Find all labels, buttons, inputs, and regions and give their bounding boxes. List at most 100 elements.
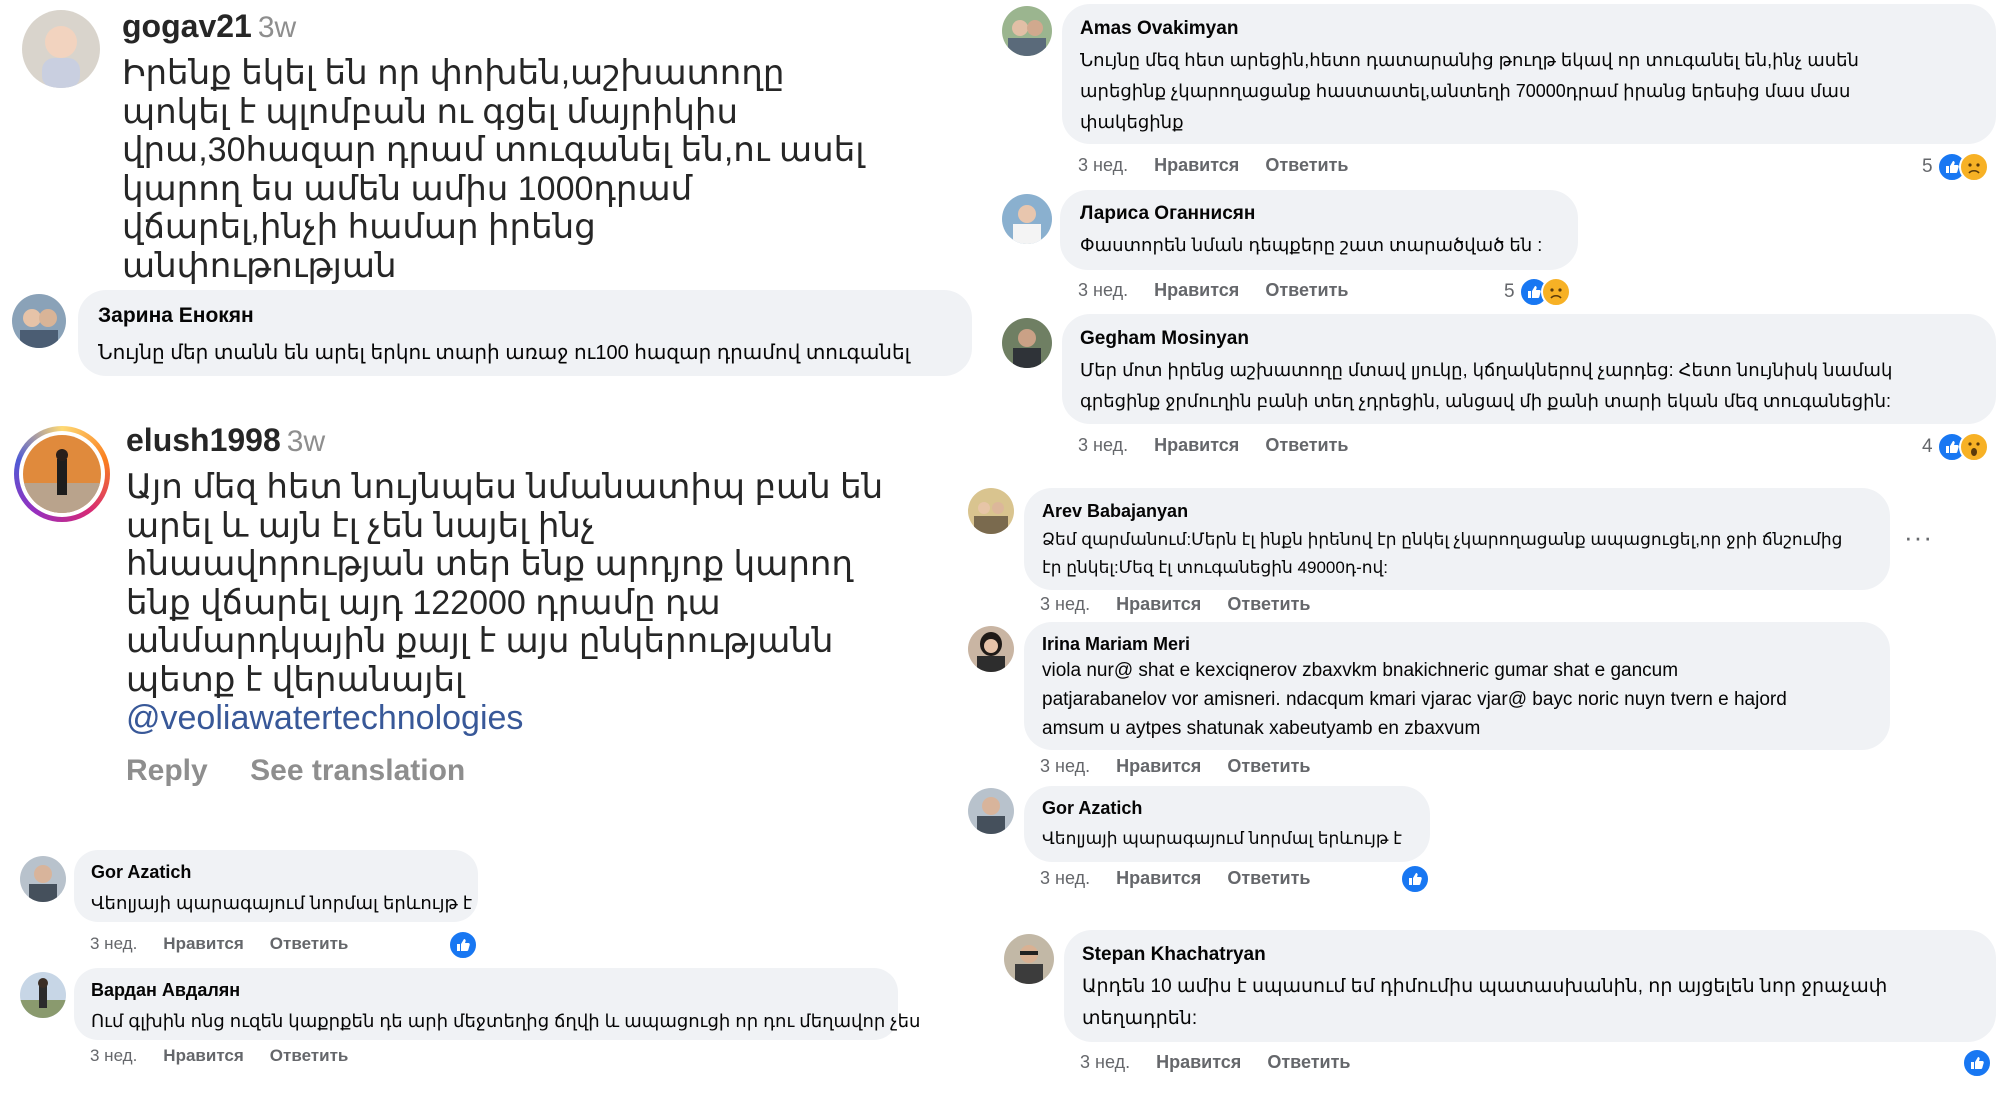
comment-meta: 3 нед. Нравится Ответить xyxy=(1040,594,1337,615)
comment-meta: 3 нед. Нравится Ответить xyxy=(1040,868,1337,889)
timestamp: 3 нед. xyxy=(1040,756,1091,776)
like-button[interactable]: Нравится xyxy=(163,1046,244,1065)
comment-text: Արդեն 10 ամիս է սպասում եմ դիմումիս պատա… xyxy=(1082,976,1888,1029)
comment-text: viola nur@ shat e kexciqnerov zbaxvkm bn… xyxy=(1042,660,1787,739)
reaction-count: 4 xyxy=(1922,436,1933,457)
avatar[interactable] xyxy=(20,972,66,1018)
avatar[interactable] xyxy=(968,488,1014,534)
reply-button[interactable]: Ответить xyxy=(270,1046,349,1065)
reply-button[interactable]: Ответить xyxy=(1267,1052,1350,1072)
commenter-name[interactable]: Gor Azatich xyxy=(1042,798,1412,819)
commenter-name[interactable]: Зарина Енокян xyxy=(98,304,952,328)
comment-meta: 3 нед. Нравится Ответить xyxy=(1080,1052,1377,1073)
avatar[interactable] xyxy=(20,856,66,902)
commenter-name[interactable]: Лариса Оганнисян xyxy=(1080,203,1558,225)
avatar[interactable] xyxy=(968,626,1014,672)
avatar[interactable] xyxy=(1002,6,1052,56)
commenter-name[interactable]: Irina Mariam Meri xyxy=(1042,634,1872,655)
comment-meta: 3 нед. Нравится Ответить xyxy=(90,1046,374,1066)
avatar[interactable] xyxy=(1002,318,1052,368)
comment-text: Այո մեզ հետ նույնպես նմանատիպ բան են արե… xyxy=(126,468,926,738)
reaction-summary[interactable] xyxy=(1400,864,1430,894)
timestamp: 3 нед. xyxy=(1040,868,1091,888)
reply-button[interactable]: Ответить xyxy=(1265,155,1348,175)
reply-button[interactable]: Ответить xyxy=(1227,868,1310,888)
comment-bubble: Gor Azatich Վեոլյայի պարագայում նորմալ ե… xyxy=(1024,786,1430,862)
comment-bubble: Stepan Khachatryan Արդեն 10 ամիս է սպասո… xyxy=(1064,930,1996,1042)
comment-text: Նույնը մեր տանն են արել երկու տարի առաջ … xyxy=(98,342,911,364)
wow-icon xyxy=(1958,432,1989,462)
like-button[interactable]: Нравится xyxy=(1116,756,1201,776)
timestamp: 3 нед. xyxy=(1078,280,1129,300)
comment-meta: 3 нед. Нравится Ответить xyxy=(90,934,374,954)
comment-bubble: Вардан Авдалян Ում գլխին ոնց ուզեն կաքրք… xyxy=(74,968,921,1040)
timestamp: 3 нед. xyxy=(90,1046,138,1065)
comment-meta: 3 нед. Нравится Ответить xyxy=(1078,280,1375,301)
reply-button[interactable]: Ответить xyxy=(1227,756,1310,776)
timestamp: 3 нед. xyxy=(1080,1052,1131,1072)
reply-button[interactable]: Ответить xyxy=(270,934,349,953)
comment-text: Վեոլյայի պարագայում նորմալ երևույթ է xyxy=(91,893,473,913)
reaction-count: 5 xyxy=(1922,156,1933,177)
commenter-name[interactable]: Stepan Khachatryan xyxy=(1082,944,1978,966)
sad-icon xyxy=(1540,277,1571,307)
username[interactable]: gogav21 xyxy=(122,8,252,44)
like-button[interactable]: Нравится xyxy=(1156,1052,1241,1072)
reply-button[interactable]: Ответить xyxy=(1227,594,1310,614)
like-button[interactable]: Нравится xyxy=(1154,155,1239,175)
avatar[interactable] xyxy=(968,788,1014,834)
commenter-name[interactable]: Gor Azatich xyxy=(91,862,461,883)
like-button[interactable]: Нравится xyxy=(1116,868,1201,888)
reaction-count: 5 xyxy=(1504,281,1515,302)
commenter-name[interactable]: Arev Babajanyan xyxy=(1042,501,1872,522)
username[interactable]: elush1998 xyxy=(126,422,281,458)
timestamp: 3 нед. xyxy=(1040,594,1091,614)
commenter-name[interactable]: Gegham Mosinyan xyxy=(1080,328,1978,350)
reply-button[interactable]: Ответить xyxy=(1265,435,1348,455)
comment-text: Վեոլյայի պարագայում նորմալ երևույթ է xyxy=(1042,829,1402,848)
like-icon xyxy=(1962,1048,1992,1078)
mention-link[interactable]: @veoliawatertechnologies xyxy=(126,699,926,738)
more-options-icon[interactable]: ··· xyxy=(1904,522,1933,553)
timestamp: 3 нед. xyxy=(1078,435,1129,455)
reaction-summary[interactable] xyxy=(448,930,478,960)
comment-actions: Reply See translation xyxy=(126,754,465,788)
comment-text: Նույնը մեզ հետ արեցին,հետո դատարանից թու… xyxy=(1080,50,1859,132)
comment-bubble: Лариса Оганнисян Փաստորեն նման դեպքերը շ… xyxy=(1060,190,1578,270)
comment-meta: 3 нед. Нравится Ответить xyxy=(1078,155,1375,176)
reaction-summary[interactable] xyxy=(1962,1048,1992,1078)
avatar[interactable] xyxy=(22,10,100,88)
avatar[interactable] xyxy=(1004,934,1054,984)
reaction-summary[interactable]: 5 xyxy=(1922,152,1989,182)
timestamp: 3 нед. xyxy=(90,934,138,953)
like-icon xyxy=(1400,864,1430,894)
sad-icon xyxy=(1958,152,1989,182)
timestamp: 3w xyxy=(286,425,326,458)
avatar[interactable] xyxy=(12,294,66,348)
comment-text: Իրենք եկել են որ փոխեն,աշխատողը պոկել է … xyxy=(122,54,865,285)
comment-header: gogav21 3w xyxy=(122,8,296,45)
avatar[interactable] xyxy=(1002,194,1052,244)
comment-header: elush1998 3w xyxy=(126,422,325,459)
timestamp: 3 нед. xyxy=(1078,155,1129,175)
like-icon xyxy=(448,930,478,960)
comment-bubble: Gor Azatich Վեոլյայի պարագայում նորմալ ե… xyxy=(74,850,478,922)
comment-text: Մեր մոտ իրենց աշխատողը մտավ լյուկը, կճղա… xyxy=(1080,360,1893,411)
comment-bubble: Зарина Енокян Նույնը մեր տանն են արել եր… xyxy=(78,290,972,376)
comment-bubble: Arev Babajanyan Ձեմ զարմանում:Մերն էլ ին… xyxy=(1024,488,1890,590)
like-button[interactable]: Нравится xyxy=(1154,435,1239,455)
avatar[interactable] xyxy=(14,426,110,522)
reaction-summary[interactable]: 4 xyxy=(1922,432,1989,462)
reply-button[interactable]: Reply xyxy=(126,754,208,787)
like-button[interactable]: Нравится xyxy=(163,934,244,953)
comment-text: Փաստորեն նման դեպքերը շատ տարածված են : xyxy=(1080,235,1543,255)
comment-text: Ում գլխին ոնց ուզեն կաքրքեն դե արի մեջտե… xyxy=(91,1011,921,1031)
see-translation-button[interactable]: See translation xyxy=(250,754,465,787)
like-button[interactable]: Нравится xyxy=(1116,594,1201,614)
like-button[interactable]: Нравится xyxy=(1154,280,1239,300)
reaction-summary[interactable]: 5 xyxy=(1504,277,1571,307)
reply-button[interactable]: Ответить xyxy=(1265,280,1348,300)
commenter-name[interactable]: Вардан Авдалян xyxy=(91,980,881,1001)
commenter-name[interactable]: Amas Ovakimyan xyxy=(1080,18,1978,40)
comment-text: Ձեմ զարմանում:Մերն էլ ինքն իրենով էր ընկ… xyxy=(1042,530,1843,577)
